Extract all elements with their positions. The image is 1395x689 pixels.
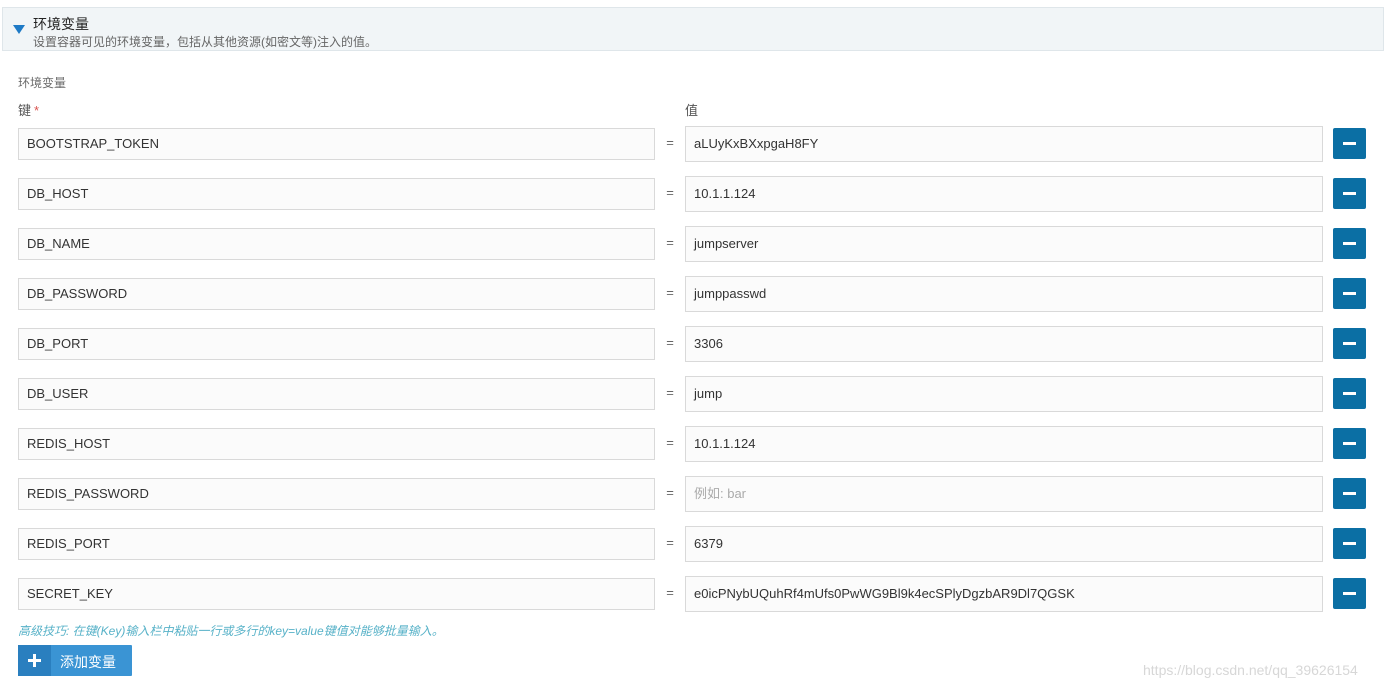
equals-sign: =: [666, 435, 674, 450]
minus-icon: [1343, 192, 1356, 195]
required-mark: *: [34, 103, 40, 118]
minus-icon: [1343, 392, 1356, 395]
value-input[interactable]: 例如: bar: [685, 476, 1323, 512]
minus-icon: [1343, 542, 1356, 545]
key-input[interactable]: BOOTSTRAP_TOKEN: [18, 128, 655, 160]
minus-icon: [1343, 342, 1356, 345]
section-title: 环境变量: [33, 16, 89, 32]
minus-icon: [1343, 492, 1356, 495]
key-column-header: 键 *: [18, 100, 39, 119]
value-input[interactable]: 10.1.1.124: [685, 176, 1323, 212]
remove-row-button[interactable]: [1333, 578, 1366, 609]
key-input[interactable]: REDIS_PASSWORD: [18, 478, 655, 510]
minus-icon: [1343, 142, 1356, 145]
equals-sign: =: [666, 535, 674, 550]
remove-row-button[interactable]: [1333, 478, 1366, 509]
key-column-label: 键: [18, 103, 32, 118]
equals-sign: =: [666, 185, 674, 200]
watermark: https://blog.csdn.net/qq_39626154: [1143, 662, 1358, 678]
minus-icon: [1343, 442, 1356, 445]
equals-sign: =: [666, 385, 674, 400]
key-input[interactable]: DB_PORT: [18, 328, 655, 360]
section-subtitle: 设置容器可见的环境变量，包括从其他资源(如密文等)注入的值。: [33, 35, 377, 49]
remove-row-button[interactable]: [1333, 128, 1366, 159]
key-input[interactable]: REDIS_HOST: [18, 428, 655, 460]
advanced-tip: 高级技巧: 在键(Key)输入栏中粘贴一行或多行的key=value键值对能够批…: [18, 624, 444, 638]
equals-sign: =: [666, 335, 674, 350]
env-var-row: REDIS_PASSWORD = 例如: bar: [0, 476, 1395, 512]
key-input[interactable]: SECRET_KEY: [18, 578, 655, 610]
env-var-row: DB_NAME = jumpserver: [0, 226, 1395, 262]
env-var-row: DB_HOST = 10.1.1.124: [0, 176, 1395, 212]
minus-icon: [1343, 592, 1356, 595]
key-input[interactable]: DB_PASSWORD: [18, 278, 655, 310]
remove-row-button[interactable]: [1333, 178, 1366, 209]
remove-row-button[interactable]: [1333, 528, 1366, 559]
section-header[interactable]: 环境变量 设置容器可见的环境变量，包括从其他资源(如密文等)注入的值。: [2, 7, 1384, 51]
env-var-row: REDIS_HOST = 10.1.1.124: [0, 426, 1395, 462]
key-input[interactable]: DB_USER: [18, 378, 655, 410]
value-input[interactable]: 3306: [685, 326, 1323, 362]
value-input[interactable]: 10.1.1.124: [685, 426, 1323, 462]
env-var-row: REDIS_PORT = 6379: [0, 526, 1395, 562]
key-input[interactable]: REDIS_PORT: [18, 528, 655, 560]
add-variable-button[interactable]: 添加变量: [18, 645, 132, 676]
remove-row-button[interactable]: [1333, 228, 1366, 259]
env-var-row: DB_PASSWORD = jumppasswd: [0, 276, 1395, 312]
key-input[interactable]: DB_HOST: [18, 178, 655, 210]
env-var-row: DB_USER = jump: [0, 376, 1395, 412]
value-input[interactable]: e0icPNybUQuhRf4mUfs0PwWG9Bl9k4ecSPlyDgzb…: [685, 576, 1323, 612]
group-label: 环境变量: [18, 76, 67, 90]
value-input[interactable]: jumppasswd: [685, 276, 1323, 312]
value-column-header: 值: [685, 103, 699, 118]
equals-sign: =: [666, 135, 674, 150]
minus-icon: [1343, 292, 1356, 295]
equals-sign: =: [666, 235, 674, 250]
equals-sign: =: [666, 485, 674, 500]
remove-row-button[interactable]: [1333, 328, 1366, 359]
value-input[interactable]: jumpserver: [685, 226, 1323, 262]
caret-down-icon[interactable]: [13, 25, 25, 34]
remove-row-button[interactable]: [1333, 428, 1366, 459]
remove-row-button[interactable]: [1333, 378, 1366, 409]
value-input[interactable]: aLUyKxBXxpgaH8FY: [685, 126, 1323, 162]
value-input[interactable]: 6379: [685, 526, 1323, 562]
env-var-row: DB_PORT = 3306: [0, 326, 1395, 362]
remove-row-button[interactable]: [1333, 278, 1366, 309]
env-var-row: BOOTSTRAP_TOKEN = aLUyKxBXxpgaH8FY: [0, 126, 1395, 162]
key-input[interactable]: DB_NAME: [18, 228, 655, 260]
value-input[interactable]: jump: [685, 376, 1323, 412]
plus-icon: [18, 645, 51, 676]
add-variable-label: 添加变量: [60, 654, 116, 670]
env-var-row: SECRET_KEY = e0icPNybUQuhRf4mUfs0PwWG9Bl9k…: [0, 576, 1395, 612]
equals-sign: =: [666, 585, 674, 600]
minus-icon: [1343, 242, 1356, 245]
equals-sign: =: [666, 285, 674, 300]
